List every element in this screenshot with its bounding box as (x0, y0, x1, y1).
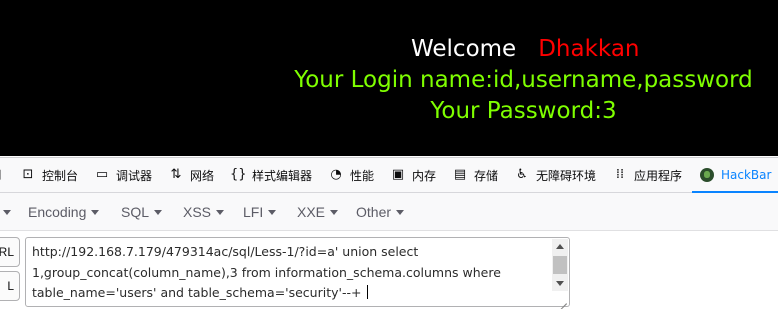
devtools-toolbar: ▯ ⊡ 控制台 ▭ 调试器 ⇅ 网络 {} 样式编辑器 ◔ 性能 ▣ 内存 ▤ … (0, 157, 778, 193)
menu-caret-partial[interactable] (0, 193, 11, 231)
performance-icon: ◔ (330, 167, 342, 182)
page-banner: Welcome Dhakkan Your Login name:id,userna… (0, 0, 778, 156)
scroll-thumb[interactable] (553, 256, 567, 274)
menu-label: XSS (183, 204, 212, 220)
textarea-scrollbar[interactable] (552, 239, 568, 291)
split-url-button[interactable]: L (0, 271, 20, 301)
tab-console[interactable]: ⊡ 控制台 (20, 158, 78, 192)
tab-network[interactable]: ⇅ 网络 (168, 158, 214, 192)
chevron-down-icon (330, 209, 339, 215)
tab-inspector-partial[interactable]: ▯ (0, 158, 12, 192)
tab-label: 网络 (190, 168, 215, 183)
menu-label: Other (356, 204, 392, 220)
tab-debugger[interactable]: ▭ 调试器 (94, 158, 152, 192)
memory-icon: ▣ (391, 167, 405, 182)
tab-label: 存储 (474, 168, 499, 183)
url-line: http://192.168.7.179/479314ac/sql/Less-1… (32, 244, 419, 259)
hackbar-work-area: RL L http://192.168.7.179/479314ac/sql/L… (0, 232, 778, 309)
tab-performance[interactable]: ◔ 性能 (328, 158, 374, 192)
console-icon: ⊡ (22, 167, 34, 182)
tab-hackbar[interactable]: HackBar (691, 157, 778, 193)
application-icon: ⁞⁞ (615, 167, 625, 182)
chevron-down-icon (91, 209, 100, 215)
tab-label: HackBar (721, 168, 772, 182)
chevron-down-icon (3, 209, 11, 215)
menu-label: Encoding (28, 204, 87, 220)
text-cursor (367, 285, 369, 299)
menu-xss[interactable]: XSS (183, 193, 225, 231)
tab-label: 无障碍环境 (536, 168, 597, 183)
scroll-up-icon[interactable] (552, 239, 568, 255)
tab-label: 样式编辑器 (252, 168, 313, 183)
chevron-down-icon (268, 209, 277, 215)
accessibility-icon: ♿ (516, 167, 528, 182)
tab-label: 内存 (412, 168, 437, 183)
inspector-icon: ▯ (0, 167, 6, 183)
tab-label: 性能 (350, 168, 375, 183)
tab-accessibility[interactable]: ♿ 无障碍环境 (514, 158, 596, 192)
chevron-down-icon (396, 209, 405, 215)
tab-label: 调试器 (116, 168, 153, 183)
resize-grip-icon[interactable] (556, 293, 568, 305)
login-name-result: Your Login name:id,username,password (294, 67, 753, 93)
hackbar-menu: Encoding SQL XSS LFI XXE Other (0, 193, 778, 231)
user-name: Dhakkan (538, 36, 640, 62)
welcome-line: Welcome Dhakkan (411, 33, 640, 65)
hackbar-icon (700, 168, 714, 182)
debugger-icon: ▭ (95, 167, 109, 182)
password-result: Your Password:3 (430, 98, 617, 124)
menu-xxe[interactable]: XXE (297, 193, 339, 231)
url-text: http://192.168.7.179/479314ac/sql/Less-1… (32, 242, 552, 304)
load-url-button[interactable]: RL (0, 237, 20, 267)
chevron-down-icon (154, 209, 163, 215)
menu-lfi[interactable]: LFI (243, 193, 277, 231)
menu-sql[interactable]: SQL (121, 193, 163, 231)
tab-memory[interactable]: ▣ 内存 (390, 158, 436, 192)
scroll-down-icon[interactable] (552, 275, 568, 291)
style-editor-icon: {} (230, 167, 247, 182)
tab-label: 控制台 (42, 168, 79, 183)
url-textarea[interactable]: http://192.168.7.179/479314ac/sql/Less-1… (25, 237, 570, 307)
menu-encoding[interactable]: Encoding (28, 193, 100, 231)
menu-other[interactable]: Other (356, 193, 405, 231)
url-line: table_name='users' and table_schema='sec… (32, 285, 366, 300)
tab-storage[interactable]: ▤ 存储 (452, 158, 498, 192)
menu-label: SQL (121, 204, 150, 220)
tab-application[interactable]: ⁞⁞ 应用程序 (612, 158, 682, 192)
tab-style-editor[interactable]: {} 样式编辑器 (230, 158, 312, 192)
menu-label: XXE (297, 204, 326, 220)
tab-label: 应用程序 (634, 168, 683, 183)
menu-label: LFI (243, 204, 264, 220)
storage-icon: ▤ (453, 167, 467, 182)
welcome-text: Welcome (411, 36, 517, 62)
url-line: 1,group_concat(column_name),3 from infor… (32, 264, 501, 280)
network-icon: ⇅ (170, 167, 182, 182)
chevron-down-icon (216, 209, 225, 215)
